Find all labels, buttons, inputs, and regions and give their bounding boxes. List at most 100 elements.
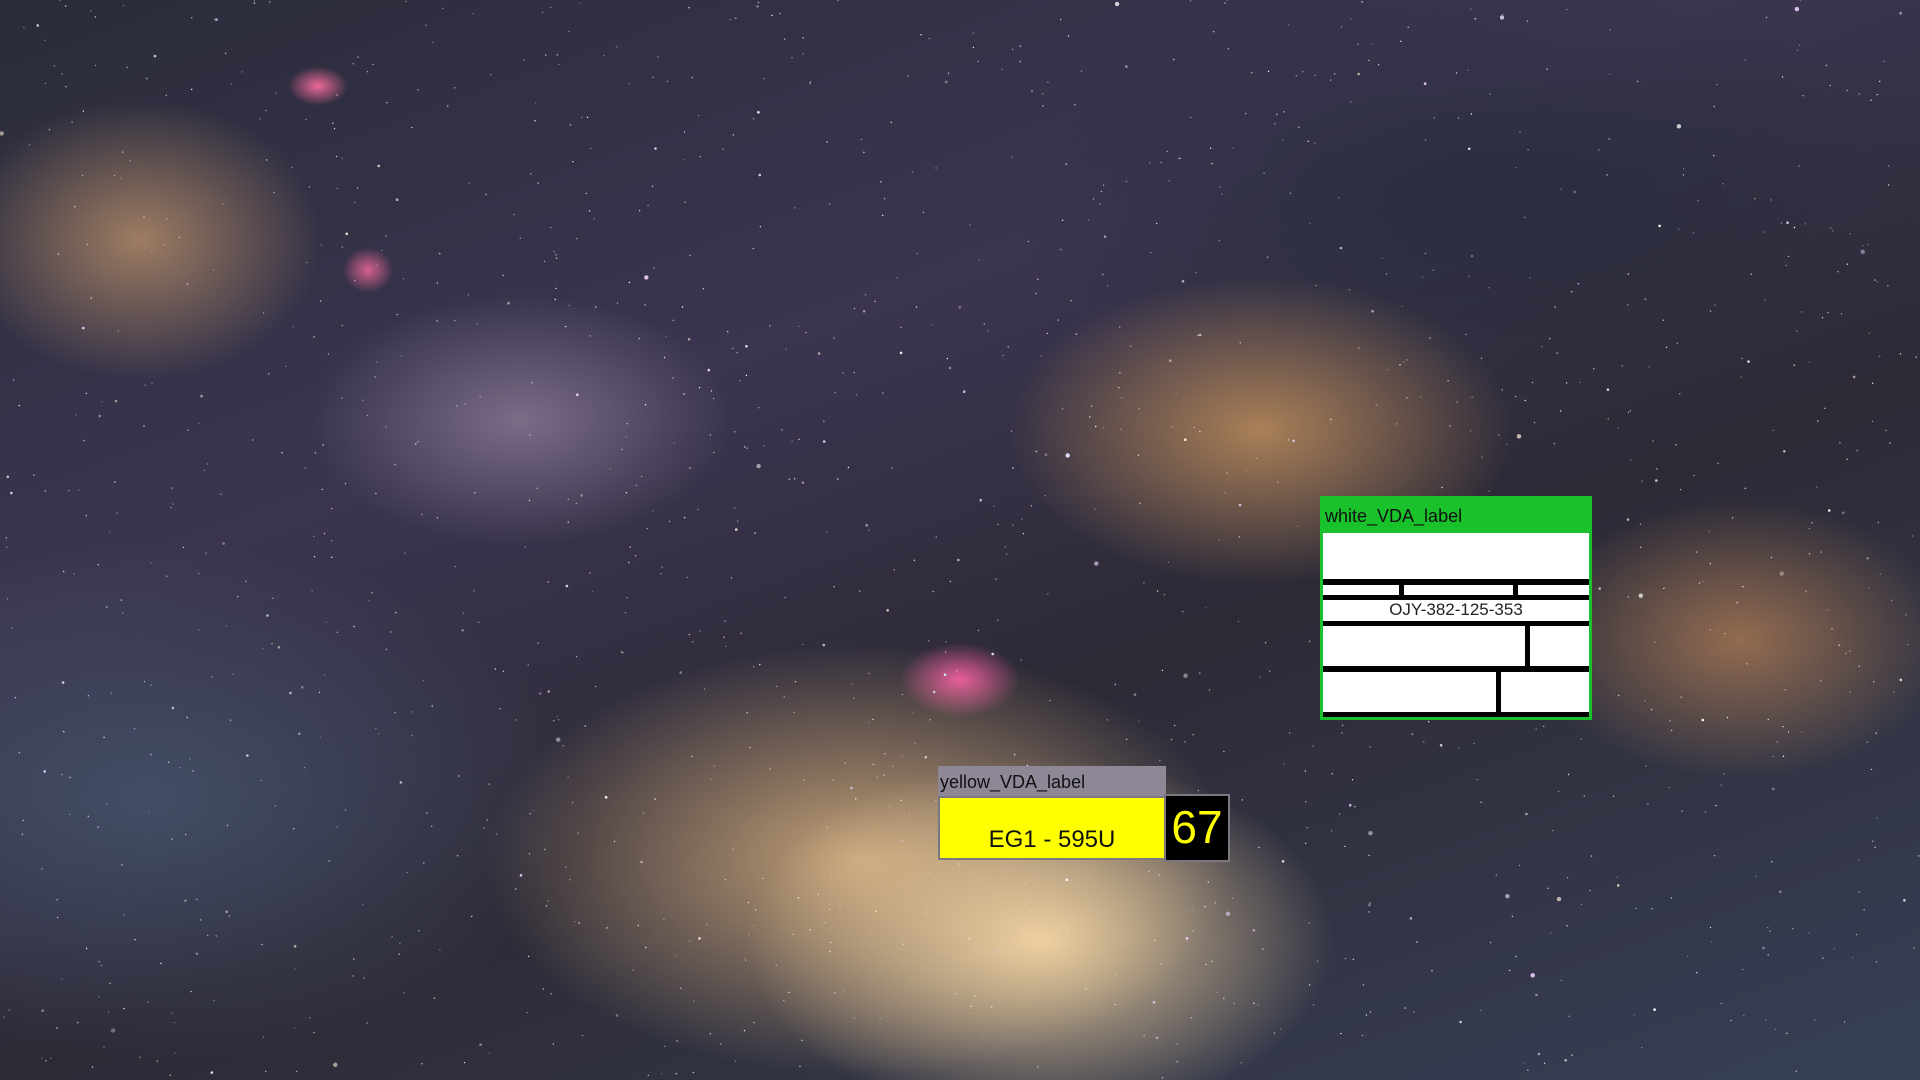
star xyxy=(1387,368,1389,371)
star xyxy=(862,309,866,313)
star xyxy=(699,630,701,632)
star xyxy=(769,325,771,327)
star xyxy=(828,908,831,910)
star xyxy=(1102,273,1104,276)
star xyxy=(86,243,89,246)
star xyxy=(100,964,103,967)
star xyxy=(251,439,254,441)
star xyxy=(529,813,531,815)
star xyxy=(1416,941,1418,943)
star xyxy=(532,809,534,812)
star xyxy=(928,640,930,642)
star xyxy=(1441,486,1443,489)
star xyxy=(205,552,207,554)
star xyxy=(259,118,261,120)
star xyxy=(173,1021,176,1024)
star xyxy=(1119,326,1121,328)
star xyxy=(842,991,844,993)
star xyxy=(341,246,343,248)
star xyxy=(1241,799,1244,801)
star xyxy=(802,643,804,646)
star xyxy=(82,326,85,330)
star xyxy=(698,937,701,940)
star xyxy=(1769,930,1771,932)
star xyxy=(703,688,706,690)
star xyxy=(1566,925,1568,927)
star xyxy=(59,0,61,1)
star xyxy=(1530,973,1535,978)
star xyxy=(972,32,975,34)
star xyxy=(1381,257,1383,259)
star xyxy=(724,620,726,622)
star xyxy=(1075,333,1078,335)
star xyxy=(826,826,829,829)
star xyxy=(153,54,157,58)
star xyxy=(625,492,628,494)
white-vda-label[interactable]: white_VDA_label OJY-382-125-353 xyxy=(1320,496,1592,720)
star xyxy=(893,569,895,571)
star xyxy=(654,147,657,150)
star xyxy=(172,503,174,505)
star xyxy=(374,376,376,378)
star xyxy=(657,56,659,58)
star xyxy=(1159,759,1161,762)
star xyxy=(660,573,662,575)
star xyxy=(1173,58,1175,61)
star xyxy=(1793,364,1796,366)
star xyxy=(1002,354,1004,357)
star xyxy=(1635,907,1638,910)
star xyxy=(1887,285,1889,287)
star xyxy=(1305,842,1307,844)
star xyxy=(268,373,270,375)
star xyxy=(863,151,865,153)
star xyxy=(1020,659,1022,661)
star xyxy=(1825,64,1828,67)
star xyxy=(129,160,131,162)
star xyxy=(1770,199,1772,201)
star xyxy=(674,954,677,957)
star xyxy=(90,297,92,299)
yellow-vda-label[interactable]: EG1 - 595U xyxy=(938,796,1166,860)
star xyxy=(476,323,478,325)
star xyxy=(884,753,886,755)
star xyxy=(332,122,334,125)
star xyxy=(1156,222,1158,225)
star xyxy=(1741,357,1743,360)
star xyxy=(301,686,304,689)
star xyxy=(1858,93,1861,95)
star xyxy=(1208,689,1211,691)
star xyxy=(724,878,727,881)
star xyxy=(1022,532,1025,535)
star xyxy=(1218,539,1220,541)
star xyxy=(411,711,413,713)
star xyxy=(385,648,388,651)
star xyxy=(754,909,757,911)
star xyxy=(1767,718,1770,721)
star xyxy=(191,17,193,19)
star xyxy=(1089,416,1091,418)
star xyxy=(1168,359,1172,363)
star xyxy=(1639,546,1642,548)
star xyxy=(1820,680,1822,682)
star xyxy=(292,326,294,328)
star xyxy=(908,813,911,816)
star xyxy=(589,335,591,337)
star xyxy=(0,131,4,136)
star xyxy=(783,696,785,698)
star xyxy=(318,691,321,693)
star xyxy=(1579,381,1582,384)
star xyxy=(847,466,850,469)
star xyxy=(341,397,343,399)
star xyxy=(1114,683,1117,686)
star xyxy=(1021,518,1023,520)
star xyxy=(1312,1004,1315,1006)
star xyxy=(171,706,175,710)
star xyxy=(394,463,396,466)
star xyxy=(640,475,643,478)
star xyxy=(1314,142,1316,144)
star xyxy=(488,783,490,785)
star xyxy=(406,871,408,874)
star xyxy=(810,791,812,793)
star xyxy=(69,776,71,779)
star xyxy=(395,611,397,614)
